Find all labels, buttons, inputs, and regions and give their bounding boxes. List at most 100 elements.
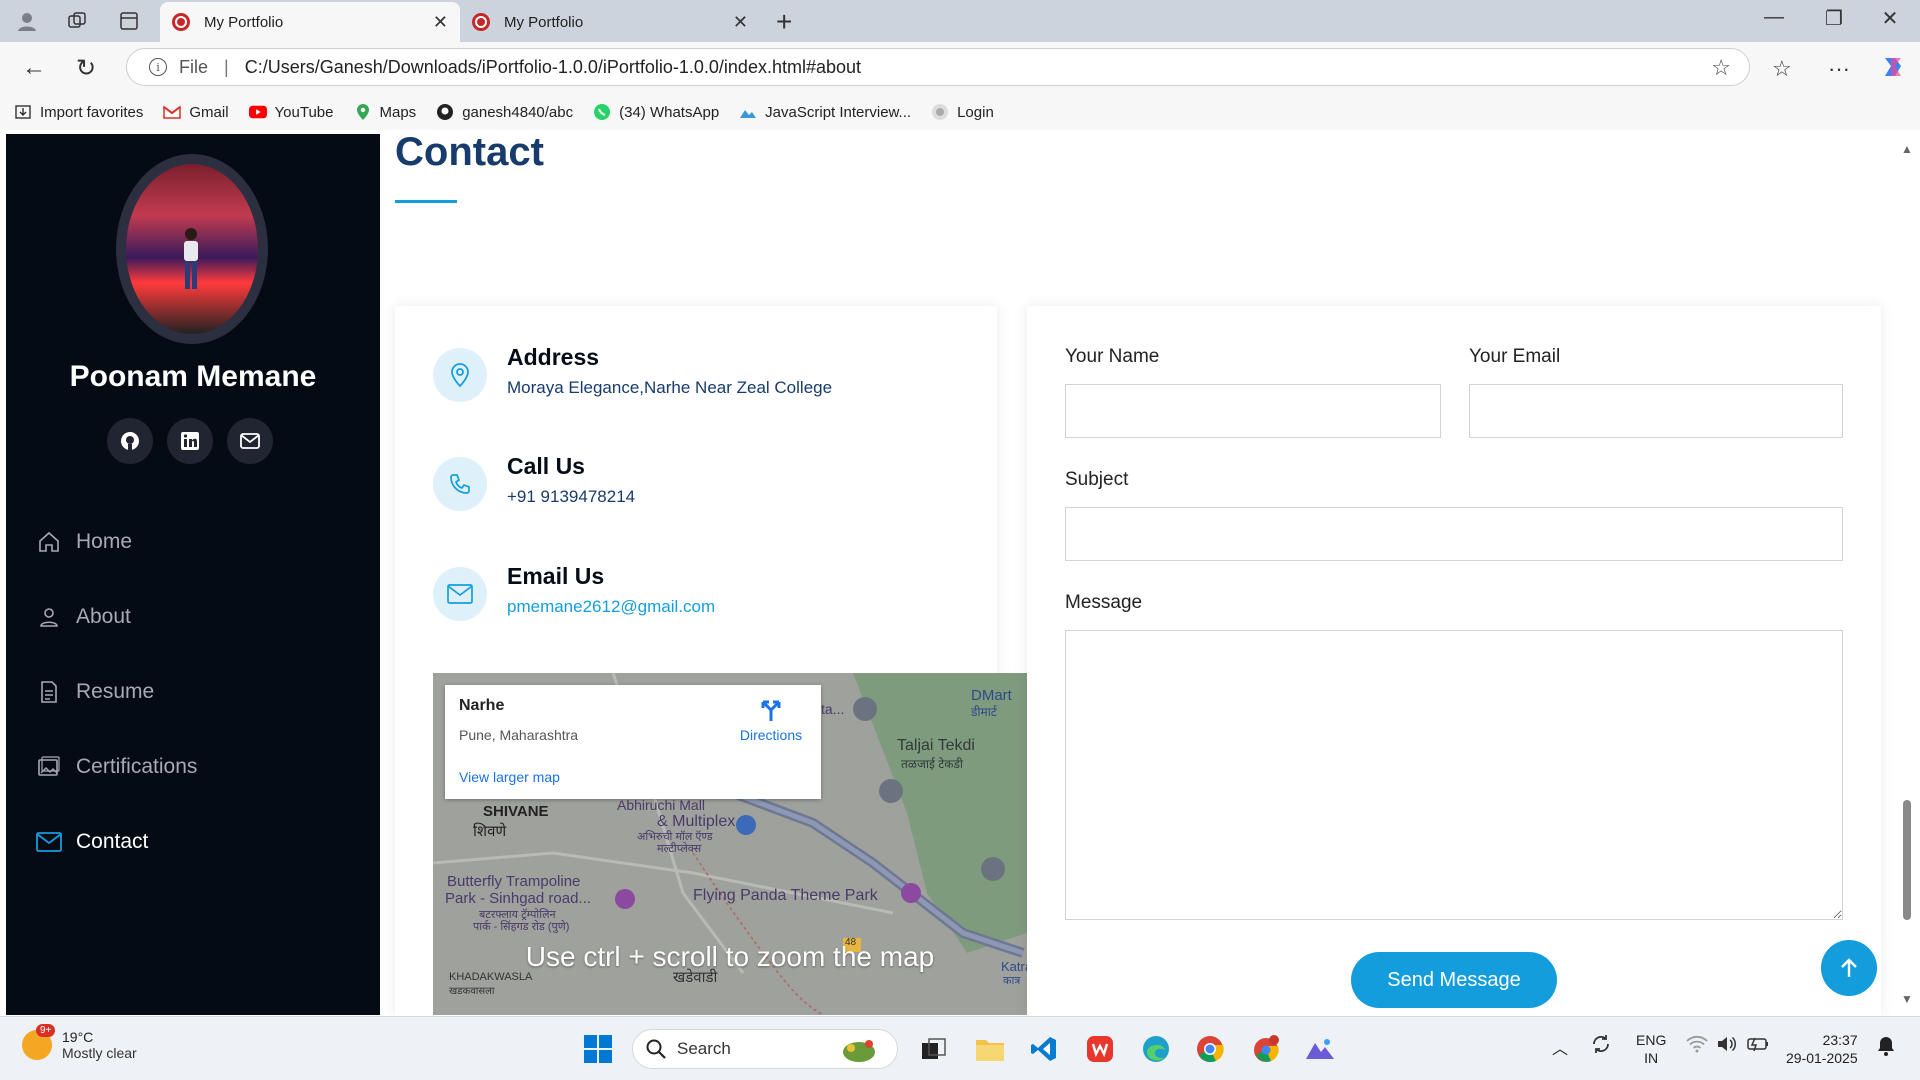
maps-icon	[354, 103, 372, 121]
close-tab-icon[interactable]: ✕	[433, 12, 448, 33]
edge-button[interactable]	[1136, 1029, 1176, 1069]
sync-icon[interactable]	[1590, 1033, 1612, 1055]
vscode-button[interactable]	[1024, 1029, 1064, 1069]
nav-item-certifications[interactable]: Certifications	[36, 729, 197, 804]
send-message-button[interactable]: Send Message	[1351, 952, 1557, 1008]
more-options-icon[interactable]: ···	[1828, 56, 1850, 82]
favorite-label: (34) WhatsApp	[619, 103, 720, 121]
system-clock[interactable]: 23:37 29-01-2025	[1786, 1031, 1858, 1067]
favorite-login[interactable]: Login	[931, 103, 994, 121]
favorite-label: ganesh4840/abc	[462, 103, 574, 121]
photos-button[interactable]	[1300, 1029, 1340, 1069]
back-icon[interactable]: ←	[22, 54, 46, 82]
map-label-dmart-local: डीमार्ट	[971, 705, 997, 719]
scroll-down-icon[interactable]: ▼	[1901, 992, 1913, 1006]
map-label-butterfly-2: Park - Sinhgad road...	[445, 890, 591, 907]
copilot-icon[interactable]	[1880, 54, 1906, 80]
close-tab-icon[interactable]: ✕	[733, 12, 748, 33]
scheme-label: File	[179, 56, 209, 77]
language-code: ENG	[1636, 1032, 1667, 1048]
map-label-shivane-local: शिवणे	[473, 823, 507, 840]
favorite-youtube[interactable]: YouTube	[248, 103, 334, 121]
battery-icon[interactable]	[1746, 1035, 1770, 1053]
scroll-up-icon[interactable]: ▲	[1901, 142, 1913, 156]
close-window-icon[interactable]: ✕	[1870, 6, 1910, 31]
name-input[interactable]	[1065, 384, 1441, 438]
new-tab-button[interactable]: +	[776, 6, 792, 38]
chrome-profile-icon	[1254, 1035, 1279, 1062]
chrome-button[interactable]	[1190, 1029, 1230, 1069]
embedded-map[interactable]: DMart डीमार्ट ta... Taljai Tekdi तळजाई ट…	[433, 673, 1027, 1015]
map-zoom-hint: Use ctrl + scroll to zoom the map	[525, 941, 935, 972]
site-info-icon[interactable]: i	[149, 58, 167, 76]
weather-widget[interactable]: 9+ 19°C Mostly clear	[22, 1024, 137, 1061]
start-button[interactable]	[578, 1029, 618, 1069]
address-bar[interactable]: i File | C:/Users/Ganesh/Downloads/iPort…	[126, 48, 1750, 86]
favorite-github[interactable]: ganesh4840/abc	[436, 103, 573, 121]
favorites-icon[interactable]: ☆	[1772, 56, 1792, 82]
page-scrollbar[interactable]: ▲ ▼	[1896, 130, 1920, 1015]
map-label-multiplex-local: मल्टीप्लेक्स	[657, 843, 702, 855]
site-icon	[739, 103, 757, 121]
tab-my-portfolio-active[interactable]: My Portfolio ✕	[160, 2, 460, 42]
gmail-icon	[163, 103, 182, 121]
url-text[interactable]: C:/Users/Ganesh/Downloads/iPortfolio-1.0…	[245, 57, 861, 78]
profile-icon[interactable]	[12, 8, 42, 34]
file-explorer-button[interactable]	[970, 1029, 1010, 1069]
taskbar-search[interactable]: Search	[632, 1029, 898, 1069]
favorite-label: Gmail	[189, 103, 229, 121]
nav-menu: Home About Resume Certifications Contact	[36, 504, 197, 879]
wps-office-button[interactable]	[1080, 1029, 1120, 1069]
address-heading: Address	[507, 344, 600, 370]
tab-actions-icon[interactable]	[114, 8, 144, 34]
maximize-icon[interactable]: ❐	[1814, 6, 1854, 31]
notification-bell-icon[interactable]	[1876, 1035, 1896, 1057]
email-link[interactable]	[227, 418, 273, 464]
volume-icon[interactable]	[1716, 1035, 1738, 1053]
language-indicator[interactable]: ENG IN	[1636, 1031, 1666, 1067]
nav-item-home[interactable]: Home	[36, 504, 197, 579]
task-view-icon	[922, 1038, 946, 1059]
workspaces-icon[interactable]	[62, 8, 92, 34]
show-hidden-icons[interactable]: ︿	[1552, 1035, 1568, 1059]
email-input[interactable]	[1469, 384, 1843, 438]
tab-title: My Portfolio	[204, 13, 284, 31]
task-view-button[interactable]	[914, 1029, 954, 1069]
favorite-whatsapp[interactable]: (34) WhatsApp	[593, 103, 719, 121]
favorite-javascript-interview[interactable]: JavaScript Interview...	[739, 103, 911, 121]
favorites-bar: Import favorites Gmail YouTube Maps gane…	[0, 94, 1920, 130]
subject-input[interactable]	[1065, 507, 1843, 561]
message-textarea[interactable]	[1065, 630, 1843, 920]
favorite-gmail[interactable]: Gmail	[163, 103, 229, 121]
subject-label: Subject	[1065, 469, 1129, 490]
phone-value: +91 9139478214	[507, 487, 636, 506]
linkedin-link[interactable]	[167, 418, 213, 464]
view-larger-map-link[interactable]: View larger map	[459, 769, 560, 785]
arrow-up-icon	[1841, 958, 1857, 977]
profile-name: Poonam Memane	[69, 360, 317, 393]
favorite-import[interactable]: Import favorites	[14, 103, 143, 121]
email-label: Your Email	[1469, 346, 1561, 367]
envelope-icon	[433, 567, 487, 621]
directions-button[interactable]: Directions	[731, 697, 811, 743]
favorite-label: YouTube	[274, 103, 334, 121]
section-title: Contact	[395, 130, 544, 174]
github-link[interactable]	[107, 418, 153, 464]
scrollbar-thumb[interactable]	[1903, 800, 1911, 920]
envelope-icon	[240, 433, 260, 449]
favorite-maps[interactable]: Maps	[354, 103, 416, 121]
minimize-icon[interactable]: —	[1754, 6, 1794, 29]
chrome-profile-button[interactable]	[1246, 1029, 1286, 1069]
nav-item-resume[interactable]: Resume	[36, 654, 197, 729]
favorite-label: JavaScript Interview...	[765, 103, 912, 121]
tab-my-portfolio[interactable]: My Portfolio ✕	[460, 2, 760, 42]
email-link[interactable]: pmemane2612@gmail.com	[507, 597, 715, 617]
nav-item-about[interactable]: About	[36, 579, 197, 654]
youtube-icon	[248, 103, 267, 121]
wifi-icon[interactable]	[1686, 1035, 1708, 1053]
favorite-star-icon[interactable]: ☆	[1711, 55, 1731, 81]
refresh-icon[interactable]: ↻	[76, 54, 96, 83]
back-to-top-button[interactable]	[1821, 940, 1877, 996]
map-place-region: Pune, Maharashtra	[459, 727, 579, 743]
nav-item-contact[interactable]: Contact	[36, 804, 197, 879]
